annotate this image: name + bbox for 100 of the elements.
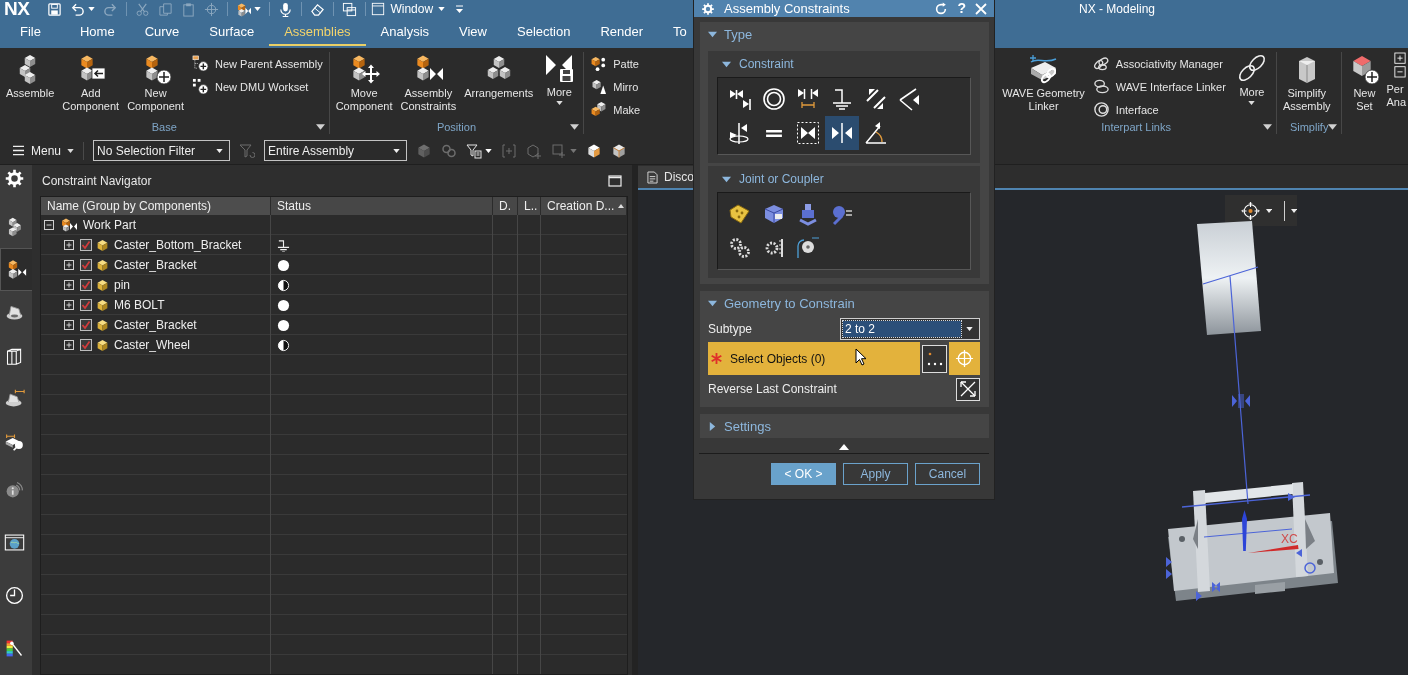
selection-filter-dropdown[interactable]: No Selection Filter (93, 140, 231, 161)
caret-icon (1266, 208, 1273, 213)
ribbon-button[interactable]: Move Component (331, 52, 397, 113)
rings-icon (1092, 101, 1110, 118)
ribbon-button[interactable]: New DMU Workset (192, 78, 323, 95)
dialog-button[interactable]: Cancel (915, 463, 980, 485)
column-header[interactable]: Creation D... (541, 197, 627, 215)
tree-item[interactable]: Caster_Bracket (114, 318, 197, 332)
ribbon-tab[interactable]: View (444, 18, 502, 46)
plus-box-icon[interactable] (64, 280, 74, 290)
section-header[interactable]: Type (700, 22, 989, 46)
tree-plus-icon (192, 55, 210, 72)
plus-box-icon[interactable] (64, 340, 74, 350)
select-objects-field[interactable]: Select Objects (0) (708, 342, 920, 375)
checked-box-icon[interactable] (80, 239, 92, 251)
caret-icon (1290, 208, 1297, 213)
tree-item[interactable]: Caster_Bracket (114, 258, 197, 272)
subtype-dropdown[interactable]: 2 to 2 (840, 318, 980, 340)
ribbon-button[interactable]: Patte (590, 55, 641, 72)
save-icon[interactable] (47, 1, 63, 17)
scope-dropdown[interactable]: Entire Assembly (264, 140, 408, 161)
help-button[interactable]: ? (957, 1, 966, 16)
ribbon-button[interactable]: Add Component (58, 52, 124, 113)
cube-constraint-icon[interactable] (236, 1, 252, 17)
ribbon-tab[interactable]: File (4, 18, 65, 46)
triangles-bar-icon (728, 87, 752, 111)
section-header[interactable]: Settings (700, 414, 989, 438)
tree-item[interactable]: M6 BOLT (114, 298, 165, 312)
column-header[interactable]: D. (493, 197, 518, 215)
checked-box-icon[interactable] (80, 339, 92, 351)
group-label: Simplify (1289, 121, 1329, 133)
group-label: Position (436, 121, 477, 133)
ribbon-tab[interactable]: Surface (194, 18, 270, 46)
ribbon-button[interactable]: Associativity Manager (1092, 55, 1226, 72)
caret-icon (67, 148, 75, 153)
shaded-cube-icon[interactable] (586, 142, 603, 159)
point-dialog-button[interactable] (922, 344, 947, 373)
ribbon-button[interactable]: Mirro (590, 78, 641, 95)
checked-box-icon[interactable] (80, 299, 92, 311)
close-icon[interactable] (975, 2, 987, 15)
ribbon-button[interactable]: Assemble (2, 52, 59, 100)
plus-box-icon[interactable] (64, 240, 74, 250)
axis-label: XC (1281, 532, 1298, 546)
window-menu[interactable]: Window (366, 2, 446, 16)
ribbon-tab[interactable]: Selection (502, 18, 586, 46)
ribbon-button[interactable]: Make (590, 101, 641, 118)
field-label: Reverse Last Constraint (708, 382, 837, 396)
type-tool-button[interactable] (825, 116, 859, 150)
ribbon-button[interactable]: WAVE Geometry Linker (998, 52, 1089, 113)
ribbon-button[interactable]: New Set (1344, 52, 1385, 113)
tree-item[interactable]: Caster_Bottom_Bracket (114, 238, 242, 252)
checked-box-icon[interactable] (80, 259, 92, 271)
column-header[interactable]: Status (271, 197, 493, 215)
menu-button[interactable]: Menu (12, 143, 75, 158)
stacked-windows-icon[interactable] (342, 1, 358, 17)
minus-box-icon[interactable] (44, 220, 54, 230)
ribbon-button[interactable]: Assembly Constraints (396, 52, 461, 113)
resource-tab[interactable] (0, 248, 32, 291)
section-header[interactable]: Geometry to Constrain (700, 291, 989, 315)
ribbon-button[interactable]: Per Ana (1384, 52, 1406, 109)
ribbon-tab[interactable]: Render (585, 18, 659, 46)
caret-icon (393, 148, 401, 153)
wire-cube-icon[interactable] (611, 142, 628, 159)
reset-icon[interactable] (934, 1, 949, 16)
maximize-icon[interactable] (608, 174, 622, 187)
checked-box-icon[interactable] (80, 319, 92, 331)
plus-box-icon[interactable] (64, 300, 74, 310)
ribbon-tab[interactable]: Home (64, 18, 130, 46)
split-bowtie-icon (830, 121, 854, 145)
ribbon-button[interactable]: New Parent Assembly (192, 55, 323, 72)
checked-box-icon[interactable] (80, 279, 92, 291)
subsection-header[interactable]: Joint or Coupler (708, 166, 980, 192)
ribbon-button[interactable]: Arrangements (460, 52, 538, 100)
tree-item[interactable]: pin (114, 278, 130, 292)
more-button[interactable]: More (537, 52, 582, 105)
customize-caret-icon[interactable] (455, 4, 465, 14)
orient-view-icon[interactable] (1241, 199, 1261, 222)
reverse-button[interactable] (956, 377, 980, 401)
tree-item[interactable]: Caster_Wheel (114, 338, 191, 352)
eraser-icon[interactable] (310, 1, 326, 17)
subsection-header[interactable]: Constraint (708, 51, 980, 77)
ribbon-button[interactable]: New Component (123, 52, 189, 113)
plus-box-icon[interactable] (64, 320, 74, 330)
microphone-icon[interactable] (278, 1, 294, 17)
column-header[interactable]: Name (Group by Components) (41, 197, 271, 215)
ribbon-button[interactable]: WAVE Interface Linker (1092, 78, 1226, 95)
undo-icon[interactable] (70, 1, 86, 17)
ribbon-button[interactable]: Simplify Assembly (1278, 52, 1335, 113)
tree-item[interactable]: Work Part (83, 218, 137, 232)
ribbon-tab[interactable]: Assemblies (269, 18, 366, 46)
up-triangle-icon[interactable] (839, 444, 849, 450)
ribbon-button[interactable]: Interface (1092, 101, 1226, 118)
column-header[interactable]: L.. (518, 197, 541, 215)
more-button[interactable]: More (1229, 52, 1274, 105)
ribbon-tab[interactable]: Analysis (365, 18, 445, 46)
dialog-button[interactable]: Apply (843, 463, 908, 485)
plus-box-icon[interactable] (64, 260, 74, 270)
funnel-list-icon[interactable] (466, 142, 483, 159)
caret-icon (555, 101, 563, 105)
ribbon-tab[interactable]: Curve (129, 18, 195, 46)
